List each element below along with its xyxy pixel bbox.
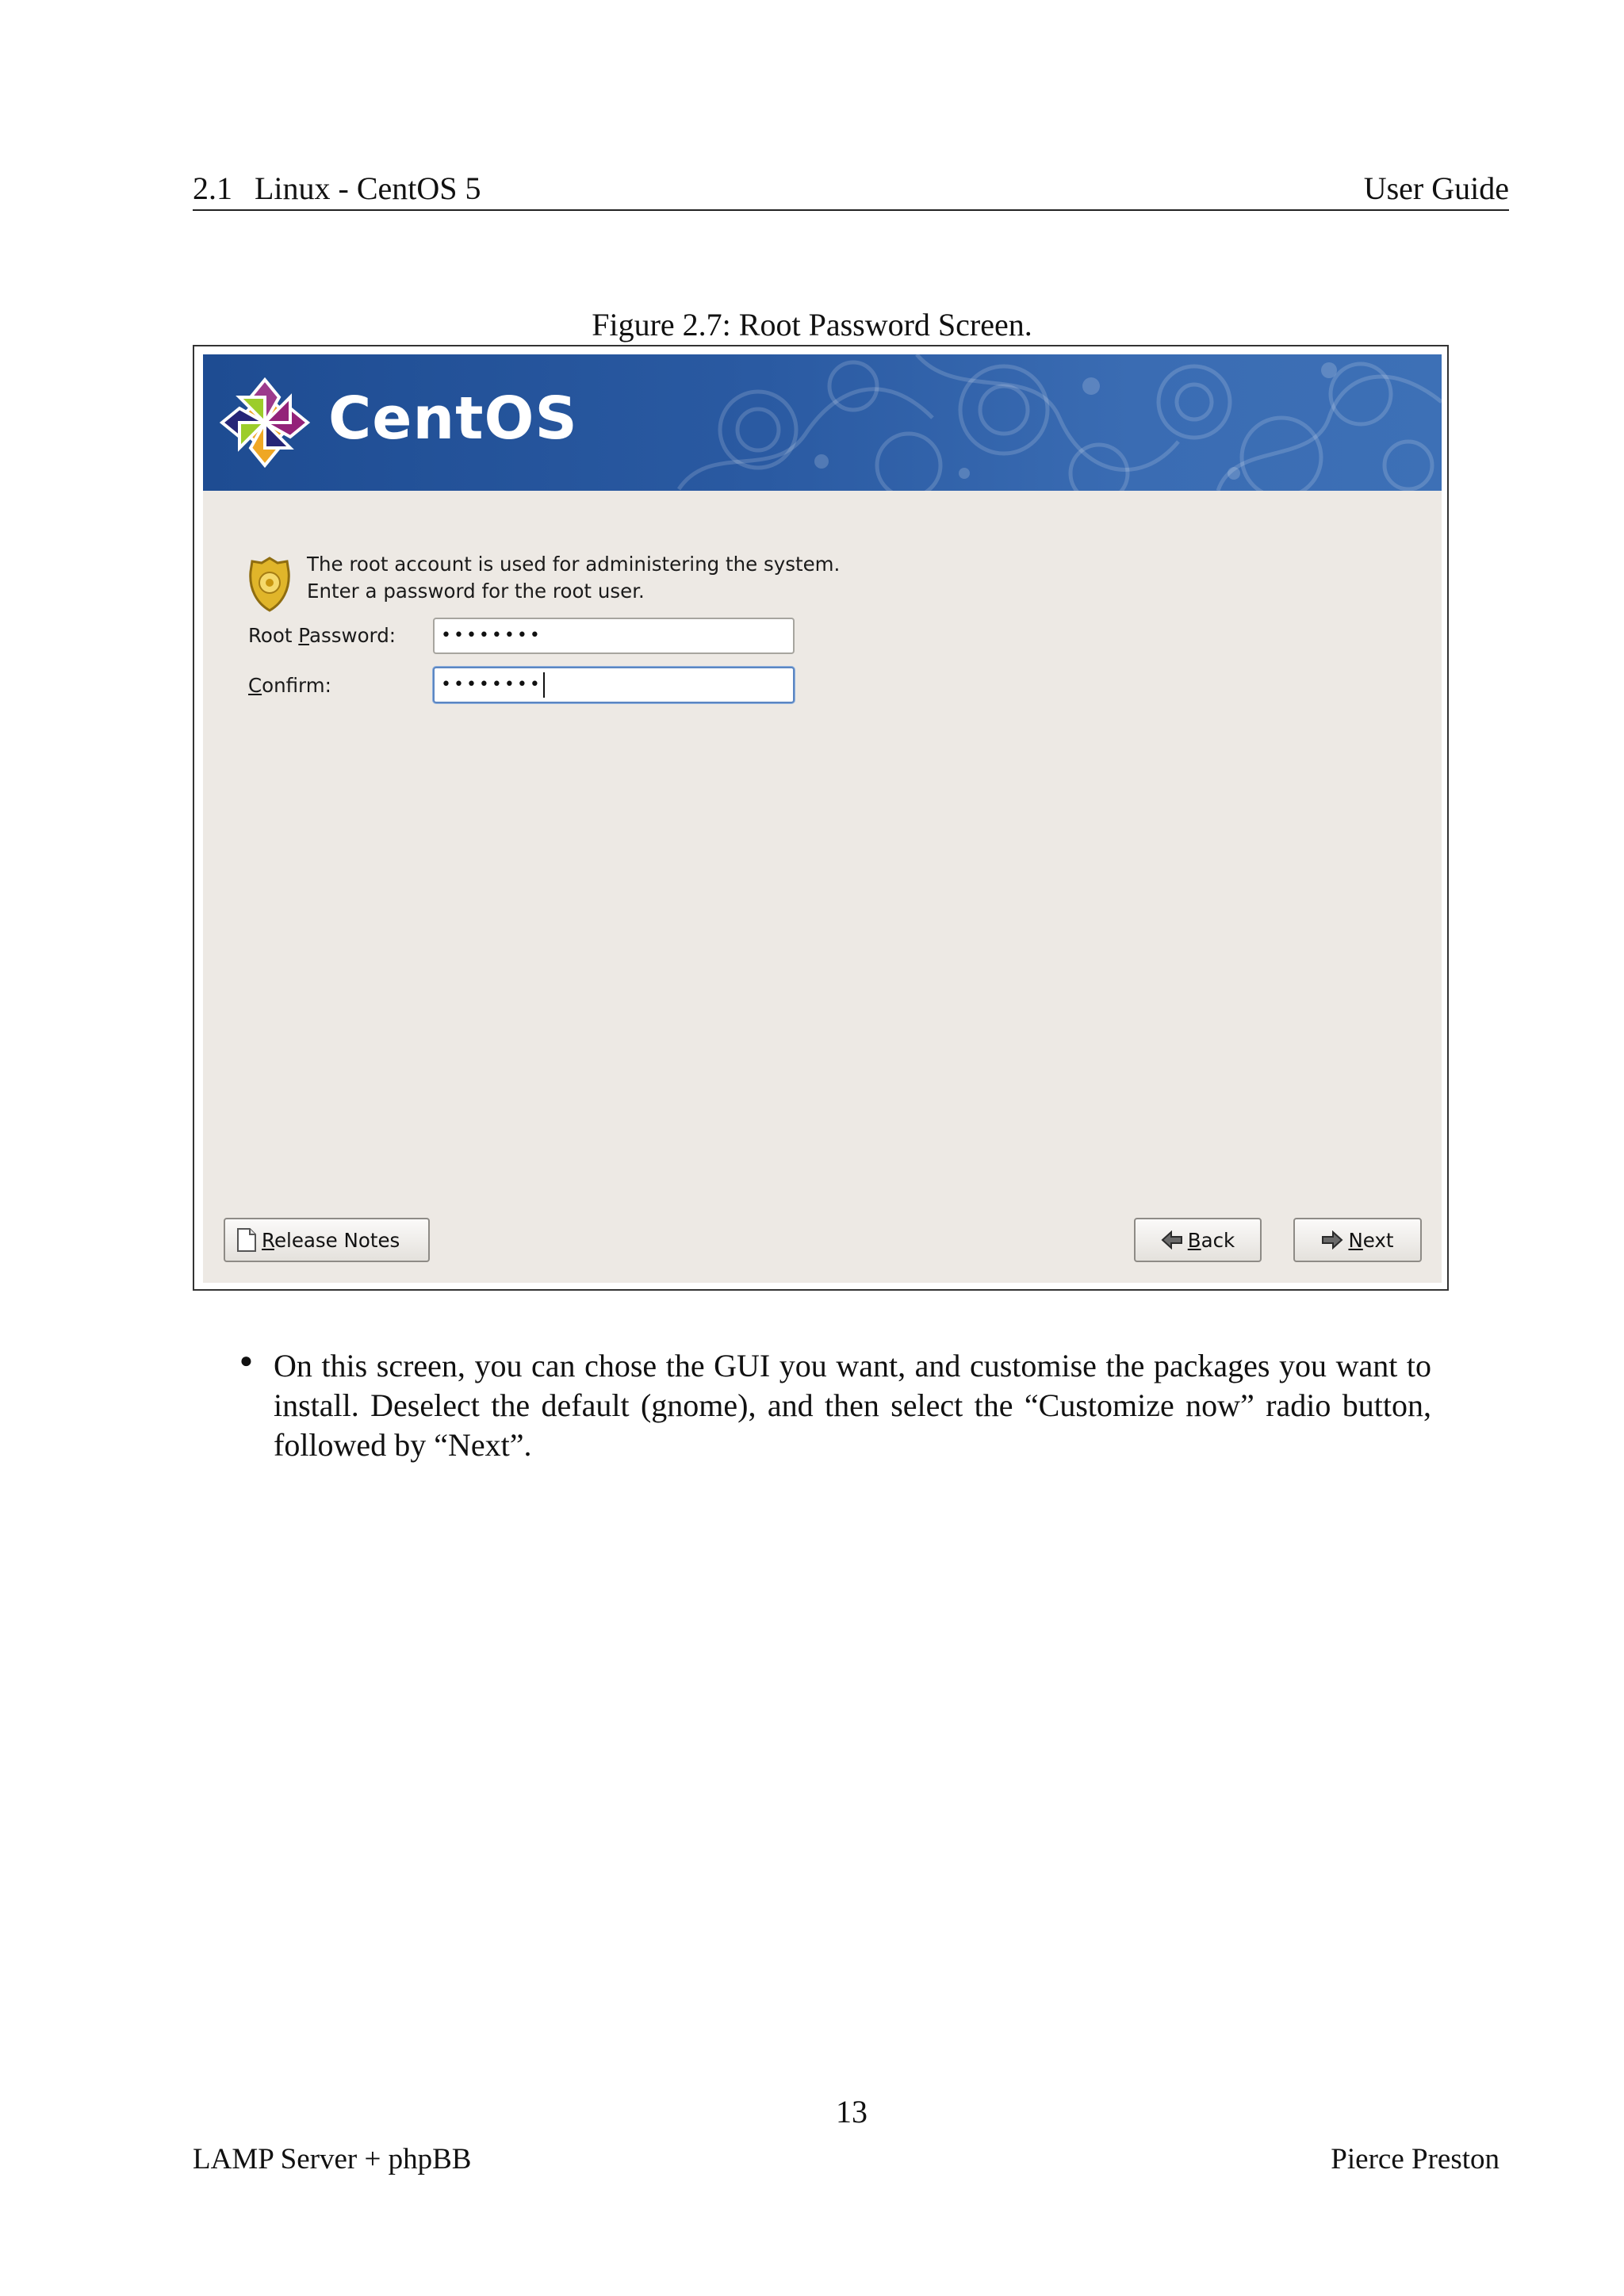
- bullet-paragraph: On this screen, you can chose the GUI yo…: [274, 1348, 1431, 1463]
- document-icon: [237, 1228, 256, 1252]
- centos-logo-icon: [219, 377, 311, 469]
- footer-document-title: LAMP Server + phpBB: [193, 2143, 472, 2175]
- root-password-accelerator: P: [298, 624, 309, 647]
- next-arrow-icon: [1322, 1230, 1343, 1249]
- next-button[interactable]: Next: [1293, 1218, 1422, 1262]
- release-notes-label: elease Notes: [274, 1228, 400, 1252]
- running-header: 2.1 Linux - CentOS 5 User Guide: [193, 166, 1509, 211]
- root-account-info-text: The root account is used for administeri…: [307, 553, 841, 603]
- figure-frame: CentOS The root account is used for admi…: [193, 345, 1449, 1291]
- release-notes-button[interactable]: Release Notes: [224, 1218, 430, 1262]
- confirm-label: Confirm:: [248, 674, 331, 697]
- next-label: ext: [1362, 1228, 1394, 1252]
- confirm-label-suffix: onfirm:: [262, 674, 331, 697]
- confirm-password-value: ••••••••: [441, 675, 542, 695]
- security-shield-icon: [249, 557, 290, 612]
- text-cursor: [542, 672, 545, 698]
- confirm-accelerator: C: [248, 674, 262, 697]
- next-accelerator: N: [1348, 1228, 1363, 1252]
- centos-logo-text: CentOS: [328, 385, 578, 453]
- footer-author: Pierce Preston: [1331, 2143, 1500, 2175]
- back-arrow-icon: [1161, 1230, 1182, 1249]
- installer-screenshot: CentOS The root account is used for admi…: [203, 354, 1442, 1283]
- root-password-input[interactable]: ••••••••: [433, 618, 795, 654]
- section-number: 2.1: [193, 170, 232, 206]
- confirm-password-input[interactable]: ••••••••: [433, 667, 795, 703]
- back-accelerator: B: [1187, 1228, 1201, 1252]
- root-password-label-prefix: Root: [248, 624, 299, 647]
- section-heading: 2.1 Linux - CentOS 5: [193, 170, 481, 207]
- bullet-marker: ●: [239, 1349, 253, 1373]
- root-password-value: ••••••••: [441, 626, 542, 645]
- release-notes-accelerator: R: [262, 1228, 274, 1252]
- root-password-label-suffix: assword:: [308, 624, 396, 647]
- header-right-title: User Guide: [1363, 170, 1509, 206]
- back-label: ack: [1201, 1228, 1235, 1252]
- figure-caption: Figure 2.7: Root Password Screen.: [592, 307, 1032, 342]
- back-button[interactable]: Back: [1134, 1218, 1262, 1262]
- centos-banner: CentOS: [203, 354, 1442, 491]
- section-title: Linux - CentOS 5: [255, 170, 481, 206]
- root-password-label: Root Password:: [248, 624, 396, 647]
- page-number: 13: [836, 2094, 868, 2130]
